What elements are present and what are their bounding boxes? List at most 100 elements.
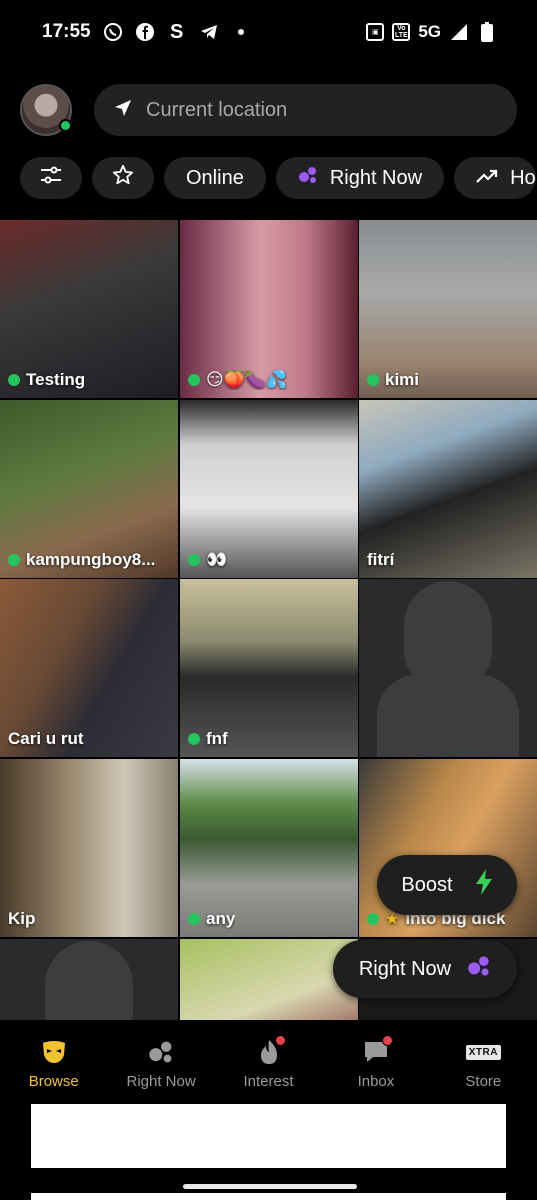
boost-label: Boost	[401, 873, 453, 896]
tile-caption: fnf	[188, 729, 228, 749]
right-now-label: Right Now	[358, 957, 452, 980]
volte-icon: Vo LTE	[392, 23, 411, 41]
profile-tile[interactable]: fnf	[180, 579, 358, 757]
dot-icon	[231, 22, 251, 42]
grindr-mask-icon	[39, 1038, 69, 1066]
profile-tile[interactable]: any	[180, 759, 358, 937]
online-dot	[367, 913, 379, 925]
nav-interest[interactable]: Interest	[215, 1020, 322, 1102]
profile-name: Cari u rut	[8, 729, 84, 748]
telegram-icon	[199, 22, 219, 42]
online-filter-chip[interactable]: Online	[164, 157, 266, 199]
nav-inbox[interactable]: Inbox	[322, 1020, 429, 1102]
online-dot	[8, 374, 20, 386]
profile-name: any	[206, 909, 236, 928]
boost-button[interactable]: Boost	[377, 855, 517, 915]
location-search[interactable]: Current location	[94, 84, 517, 136]
header: Current location	[20, 82, 517, 138]
profile-name: fnf	[206, 729, 228, 748]
avatar-silhouette-body	[377, 675, 519, 757]
profile-tile-placeholder[interactable]	[359, 579, 537, 757]
location-placeholder: Current location	[146, 98, 288, 121]
profile-tile[interactable]: kampungboy8...	[0, 400, 178, 578]
profile-tile[interactable]: kimi	[359, 220, 537, 398]
profile-tile[interactable]: Testing	[0, 220, 178, 398]
right-now-icon	[467, 954, 491, 984]
nav-right-now[interactable]: Right Now	[107, 1020, 214, 1102]
network-label: 5G	[418, 22, 441, 41]
profile-tile[interactable]	[180, 939, 358, 1020]
profile-tile[interactable]: Cari u rut	[0, 579, 178, 757]
profile-tile[interactable]: Kip	[0, 759, 178, 937]
right-now-filter-chip[interactable]: Right Now	[275, 157, 445, 199]
online-filter-label: Online	[186, 166, 244, 189]
profile-tile[interactable]: fitrí	[359, 400, 537, 578]
notification-dot	[381, 1035, 393, 1046]
trending-filter-label: Ho	[510, 166, 536, 189]
status-bar: 17:55 S ▣ Vo LTE 5G	[0, 0, 537, 64]
profile-name: 👀	[206, 550, 228, 569]
tile-caption: kimi	[367, 370, 419, 390]
xtra-badge: XTRA	[465, 1044, 501, 1060]
s-icon: S	[169, 20, 184, 43]
nav-browse-label: Browse	[28, 1073, 79, 1090]
home-indicator[interactable]	[183, 1184, 357, 1189]
online-dot	[8, 554, 20, 566]
tile-caption: any	[188, 909, 235, 929]
status-time: 17:55	[42, 21, 91, 42]
status-system-icons: ▣ Vo LTE 5G	[366, 22, 497, 42]
right-now-icon	[146, 1038, 176, 1066]
nav-store[interactable]: XTRA Store	[430, 1020, 537, 1102]
profile-tile[interactable]: 👀	[180, 400, 358, 578]
online-status-dot	[59, 119, 72, 132]
tile-caption: Testing	[8, 370, 85, 390]
tile-caption: kampungboy8...	[8, 550, 155, 570]
ad-banner[interactable]	[31, 1104, 506, 1168]
tile-caption: fitrí	[367, 550, 394, 570]
profile-tile-placeholder[interactable]	[0, 939, 178, 1020]
trending-filter-chip[interactable]: Ho	[454, 157, 536, 199]
profile-name: 😏🍑🍆💦	[206, 370, 288, 389]
profile-name: Kip	[8, 909, 36, 928]
online-dot	[188, 913, 200, 925]
online-dot	[188, 374, 200, 386]
xtra-icon: XTRA	[465, 1038, 501, 1066]
tile-caption: Cari u rut	[8, 729, 84, 749]
bottom-navigation: Browse Right Now Interest Inbox XTRA Sto…	[0, 1020, 537, 1102]
tile-caption: Kip	[8, 909, 35, 929]
profile-name: fitrí	[367, 550, 395, 569]
star-icon	[112, 164, 134, 192]
nfc-icon: ▣	[366, 23, 385, 41]
signal-icon	[449, 22, 469, 42]
profile-name: Testing	[26, 370, 86, 389]
status-notification-icons: S	[103, 20, 251, 43]
profile-name: kimi	[385, 370, 420, 389]
chat-bubble-icon	[361, 1035, 393, 1066]
tile-caption: 👀	[188, 550, 227, 570]
nav-inbox-label: Inbox	[357, 1073, 395, 1090]
right-now-icon	[298, 165, 318, 191]
right-now-button[interactable]: Right Now	[333, 940, 517, 998]
avatar-silhouette-icon	[45, 941, 133, 1020]
trending-icon	[476, 167, 498, 190]
online-dot	[188, 733, 200, 745]
sliders-icon	[40, 165, 62, 191]
profile-avatar[interactable]	[20, 84, 72, 136]
favorites-chip[interactable]	[92, 157, 154, 199]
navigation-arrow-icon	[114, 99, 132, 122]
right-now-filter-label: Right Now	[329, 166, 423, 189]
online-dot	[367, 374, 379, 386]
tile-caption: 😏🍑🍆💦	[188, 370, 287, 390]
online-dot	[188, 554, 200, 566]
profile-name: kampungboy8...	[26, 550, 156, 569]
nav-browse[interactable]: Browse	[0, 1020, 107, 1102]
profile-tile[interactable]: 😏🍑🍆💦	[180, 220, 358, 398]
facebook-icon	[135, 22, 155, 42]
flame-icon	[254, 1035, 286, 1066]
filter-bar: Online Right Now Ho	[20, 157, 537, 199]
nav-interest-label: Interest	[243, 1073, 294, 1090]
battery-icon	[477, 22, 497, 42]
filter-settings-chip[interactable]	[20, 157, 82, 199]
lightning-icon	[475, 869, 493, 901]
bottom-banner-edge	[31, 1193, 506, 1200]
